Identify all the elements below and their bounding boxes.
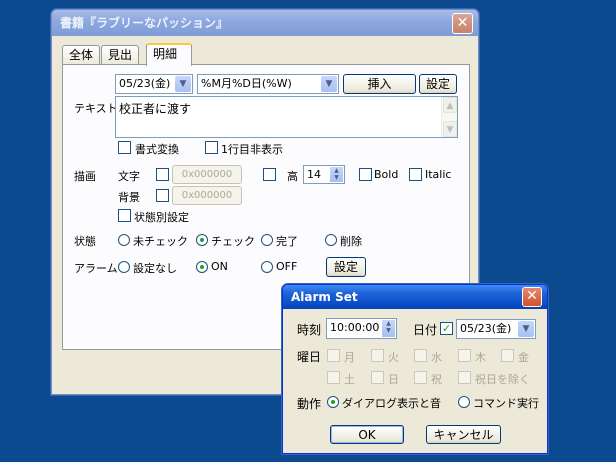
sunday-label: 日 [388, 373, 399, 386]
alarm-off-label: OFF [276, 260, 298, 273]
spinner-icon[interactable]: ▲ ▼ [330, 167, 343, 182]
sunday-checkbox[interactable] [371, 371, 384, 384]
action-dialog-radio[interactable] [327, 396, 339, 408]
state-checked-radio[interactable] [196, 234, 208, 246]
weekday-label: 曜日 [297, 350, 322, 364]
tuesday-label: 火 [388, 351, 399, 364]
text-input[interactable]: 校正者に渡す ▲ ▼ [115, 96, 458, 138]
holiday-checkbox[interactable] [414, 371, 427, 384]
saturday-label: 土 [344, 373, 355, 386]
bg-color-button[interactable]: 0x000000 [172, 186, 242, 205]
wednesday-checkbox[interactable] [414, 349, 427, 362]
settings-button[interactable]: 設定 [419, 74, 457, 94]
state-done-radio[interactable] [261, 234, 273, 246]
background-label: 背景 [118, 191, 140, 204]
chevron-down-icon[interactable]: ▼ [321, 76, 337, 92]
state-delete-label: 削除 [340, 235, 362, 248]
text-scrollbar[interactable]: ▲ ▼ [441, 97, 457, 137]
time-stepper[interactable]: 10:00:00 ▲ ▼ [326, 318, 397, 339]
thursday-label: 木 [475, 351, 486, 364]
state-checked-label: チェック [211, 235, 255, 248]
tab-heading[interactable]: 見出 [101, 45, 140, 65]
friday-checkbox[interactable] [501, 349, 514, 362]
char-label: 文字 [118, 170, 140, 183]
char-color-checkbox[interactable] [156, 168, 169, 181]
hide-first-line-checkbox[interactable] [205, 141, 218, 154]
format-convert-checkbox[interactable] [118, 141, 131, 154]
action-label: 動作 [297, 397, 322, 411]
height-checkbox[interactable] [263, 168, 276, 181]
monday-checkbox[interactable] [327, 349, 340, 362]
date-combo[interactable]: 05/23(金) ▼ [115, 74, 193, 94]
alarm-on-radio[interactable] [196, 261, 208, 273]
detail-dialog-title: 書籍『ラブリーなパッション』 [60, 16, 229, 30]
holiday-label: 祝 [431, 373, 442, 386]
chevron-down-icon[interactable]: ▼ [518, 321, 534, 337]
bold-checkbox[interactable] [359, 168, 372, 181]
state-delete-radio[interactable] [325, 234, 337, 246]
date-checkbox[interactable]: ✓ [440, 322, 453, 335]
alarm-date-combo[interactable]: 05/23(金) ▼ [456, 319, 536, 339]
chevron-down-icon[interactable]: ▼ [175, 76, 191, 92]
state-setting-checkbox[interactable] [118, 209, 131, 222]
tab-detail[interactable]: 明細 [146, 43, 192, 66]
friday-label: 金 [518, 351, 529, 364]
wednesday-label: 水 [431, 351, 442, 364]
time-label: 時刻 [297, 323, 322, 337]
alarm-off-radio[interactable] [261, 261, 273, 273]
alarm-none-radio[interactable] [118, 261, 130, 273]
alarm-label: アラーム [74, 262, 118, 275]
alarm-on-label: ON [211, 260, 228, 273]
exclude-holiday-checkbox[interactable] [458, 371, 471, 384]
bold-label: Bold [374, 168, 399, 181]
state-unchecked-label: 未チェック [133, 235, 188, 248]
exclude-holiday-label: 祝日を除く [475, 373, 530, 386]
draw-label: 描画 [74, 170, 96, 183]
monday-label: 月 [344, 351, 355, 364]
state-done-label: 完了 [276, 235, 298, 248]
state-setting-label: 状態別設定 [134, 211, 189, 224]
alarm-set-titlebar[interactable]: Alarm Set ✕ [283, 285, 547, 309]
thursday-checkbox[interactable] [458, 349, 471, 362]
scroll-down-icon[interactable]: ▼ [443, 121, 457, 137]
format-combo[interactable]: %M月%D日(%W) ▼ [197, 74, 339, 94]
italic-label: Italic [425, 168, 452, 181]
height-stepper[interactable]: 14 ▲ ▼ [303, 165, 345, 184]
state-label: 状態 [74, 235, 96, 248]
action-dialog-label: ダイアログ表示と音 [342, 397, 441, 410]
tuesday-checkbox[interactable] [371, 349, 384, 362]
detail-dialog-titlebar[interactable]: 書籍『ラブリーなパッション』 ✕ [52, 10, 478, 36]
italic-checkbox[interactable] [409, 168, 422, 181]
alarm-none-label: 設定なし [133, 262, 177, 275]
alarm-settings-button[interactable]: 設定 [326, 257, 366, 277]
alarm-set-title: Alarm Set [291, 290, 358, 304]
alarm-set-dialog: Alarm Set ✕ 時刻 10:00:00 ▲ ▼ 日付 ✓ 05/23(金)… [282, 284, 548, 454]
spinner-icon[interactable]: ▲ ▼ [382, 320, 395, 337]
bg-color-checkbox[interactable] [156, 189, 169, 202]
cancel-button[interactable]: キャンセル [426, 425, 501, 444]
tab-overall[interactable]: 全体 [62, 45, 101, 65]
saturday-checkbox[interactable] [327, 371, 340, 384]
close-icon[interactable]: ✕ [452, 13, 473, 34]
action-command-label: コマンド実行 [473, 397, 539, 410]
scroll-up-icon[interactable]: ▲ [443, 97, 457, 113]
action-command-radio[interactable] [458, 396, 470, 408]
height-label: 高 [287, 170, 298, 183]
insert-button[interactable]: 挿入 [343, 74, 416, 94]
ok-button[interactable]: OK [330, 425, 404, 444]
char-color-button[interactable]: 0x000000 [172, 165, 242, 184]
hide-first-line-label: 1行目非表示 [221, 143, 283, 156]
format-convert-label: 書式変換 [135, 143, 179, 156]
text-label: テキスト [74, 102, 118, 115]
date-label: 日付 [413, 323, 438, 337]
close-icon[interactable]: ✕ [522, 287, 542, 307]
state-unchecked-radio[interactable] [118, 234, 130, 246]
